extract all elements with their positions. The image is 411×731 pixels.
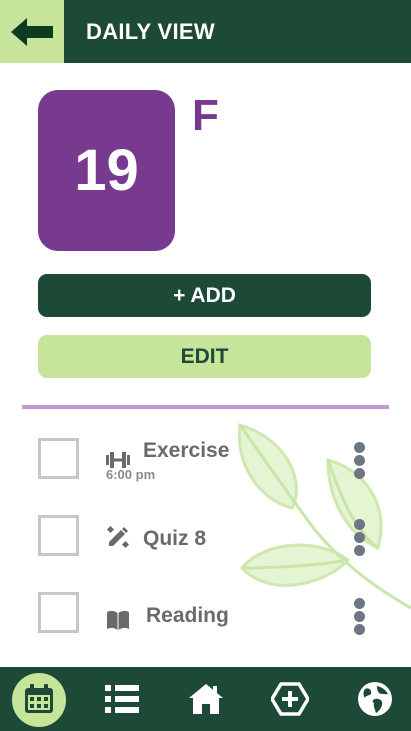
edit-button[interactable]: EDIT bbox=[38, 335, 371, 378]
pencil-ruler-icon bbox=[106, 525, 130, 549]
page-title: DAILY VIEW bbox=[86, 19, 215, 44]
list-icon bbox=[105, 685, 139, 713]
nav-add[interactable] bbox=[258, 667, 322, 731]
task-time: 6:00 pm bbox=[106, 467, 156, 482]
nav-globe[interactable] bbox=[343, 667, 407, 731]
bottom-navigation bbox=[0, 667, 411, 731]
task-menu-button[interactable] bbox=[354, 598, 366, 636]
task-label: Reading bbox=[146, 604, 229, 627]
home-icon bbox=[189, 684, 223, 714]
divider bbox=[22, 405, 389, 409]
task-checkbox[interactable] bbox=[38, 592, 79, 633]
book-icon bbox=[107, 610, 129, 630]
calendar-icon bbox=[25, 684, 53, 713]
add-button[interactable]: + ADD bbox=[38, 274, 371, 317]
task-item-exercise: Exercise 6:00 pm bbox=[38, 438, 378, 484]
date-tile: 19 bbox=[38, 90, 175, 251]
task-item-reading: Reading bbox=[38, 592, 378, 638]
nav-home[interactable] bbox=[174, 667, 238, 731]
task-menu-button[interactable] bbox=[354, 442, 366, 480]
day-number: 19 bbox=[74, 138, 139, 203]
task-checkbox[interactable] bbox=[38, 438, 79, 479]
arrow-left-icon bbox=[11, 17, 53, 46]
task-label: Exercise bbox=[143, 439, 230, 462]
globe-icon bbox=[358, 682, 392, 716]
back-button[interactable] bbox=[0, 0, 64, 63]
day-of-week-letter: F bbox=[192, 91, 219, 140]
task-item-quiz: Quiz 8 bbox=[38, 515, 378, 561]
task-menu-button[interactable] bbox=[354, 519, 366, 557]
nav-calendar[interactable] bbox=[7, 667, 71, 731]
task-checkbox[interactable] bbox=[38, 515, 79, 556]
header-bar: DAILY VIEW bbox=[0, 0, 411, 63]
add-circle-icon bbox=[271, 682, 309, 716]
task-label: Quiz 8 bbox=[143, 527, 207, 550]
nav-list[interactable] bbox=[90, 667, 154, 731]
